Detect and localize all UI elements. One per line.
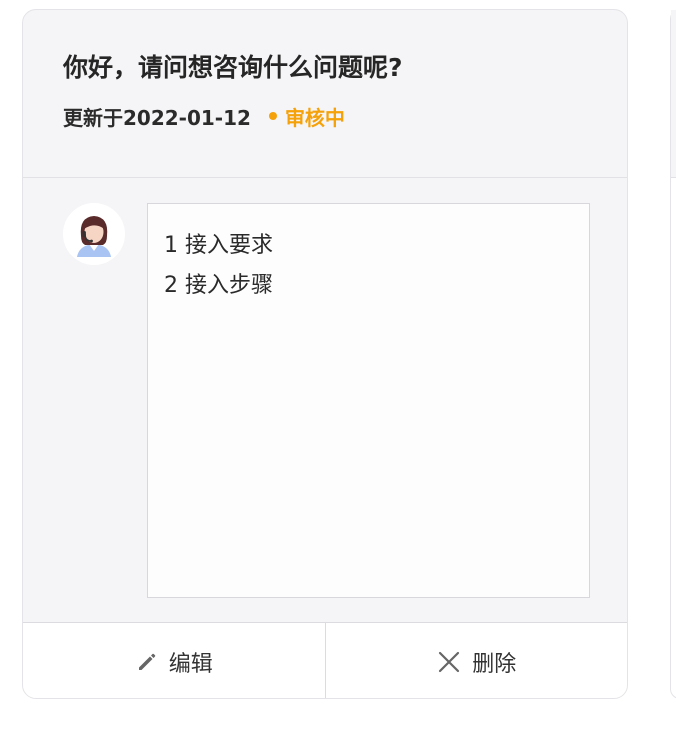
edit-label: 编辑: [168, 651, 213, 677]
delete-button[interactable]: 删除: [324, 623, 628, 698]
reply-line: 2 接入步骤: [164, 273, 273, 298]
status-dot-icon: [268, 112, 277, 120]
card-actions: 编辑 删除: [23, 622, 628, 698]
faq-card: 你好，请问想咨询什么问题呢? 更新于2022-01-12 审核中 1 接入要求 …: [22, 9, 628, 699]
next-card-edge: [670, 9, 676, 699]
delete-label: 删除: [472, 651, 517, 677]
question-meta: 更新于2022-01-12 审核中: [63, 102, 345, 130]
next-card-header: [671, 10, 676, 178]
card-header: 你好，请问想咨询什么问题呢? 更新于2022-01-12 审核中: [23, 10, 627, 178]
pencil-icon: [135, 650, 159, 674]
reply-line: 1 接入要求: [164, 233, 273, 258]
edit-button[interactable]: 编辑: [23, 623, 325, 698]
female-agent-avatar-icon: [63, 203, 125, 265]
status-badge: 审核中: [268, 102, 345, 131]
reply-content: 1 接入要求 2 接入步骤: [147, 203, 590, 598]
question-title: 你好，请问想咨询什么问题呢?: [63, 53, 403, 82]
close-icon: [436, 649, 462, 675]
status-label: 审核中: [284, 105, 345, 130]
updated-date: 更新于2022-01-12: [63, 105, 251, 130]
